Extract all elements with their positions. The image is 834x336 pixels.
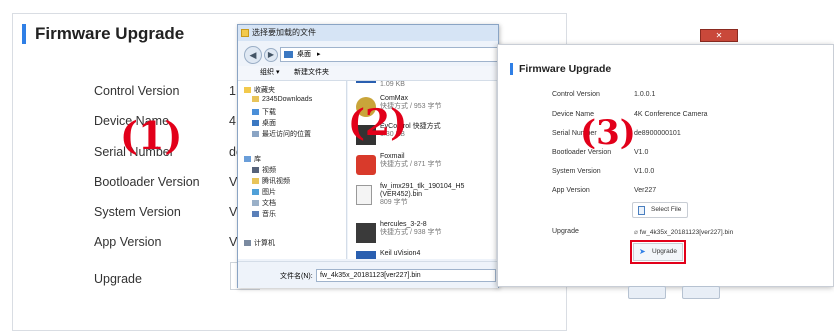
dialog-titlebar: 选择要加载的文件: [238, 25, 498, 41]
upgrade-label: Upgrade: [552, 228, 579, 235]
bin-file-icon: [356, 185, 372, 205]
sidebar-item-2345downloads[interactable]: 2345Downloads: [252, 96, 312, 103]
system-version-value: V1.0.0: [634, 168, 655, 175]
keil-icon: [356, 251, 376, 259]
folder-icon: [252, 96, 259, 103]
file-icon: [638, 206, 645, 215]
app-version-label: App Version: [94, 235, 162, 249]
shortcut-icon: [356, 81, 376, 83]
firmware-upgrade-dialog: Firmware Upgrade Control Version 1.0.0.1…: [497, 44, 834, 287]
picture-icon: [252, 189, 259, 196]
filename-input[interactable]: fw_4k35x_20181123[ver227].bin: [316, 269, 496, 282]
sidebar-item-tencent-video[interactable]: 腾讯视频: [252, 176, 290, 186]
selected-file-name: ⌀ fw_4k35x_20181123[ver227].bin: [634, 229, 734, 236]
page-title: Firmware Upgrade: [510, 63, 611, 75]
serial-number-value: de8900000101: [634, 130, 681, 137]
address-bar[interactable]: 桌面 ▸: [280, 47, 498, 62]
step-marker-2: (2): [348, 102, 408, 144]
system-version-label: System Version: [94, 205, 181, 219]
upgrade-label: Upgrade: [94, 272, 142, 286]
desktop-icon: [252, 120, 259, 127]
list-item[interactable]: fw_imx291_tlk_190104_H5(VER452).bin 809 字…: [356, 183, 496, 217]
step-marker-3: (3): [580, 113, 636, 153]
new-folder-button[interactable]: 新建文件夹: [294, 66, 329, 80]
list-item[interactable]: 1.09 KB: [356, 81, 496, 93]
star-icon: [244, 87, 251, 94]
filename-label: 文件名(N):: [280, 273, 313, 280]
sidebar-item-favorites[interactable]: 收藏夹: [244, 85, 275, 95]
upgrade-button[interactable]: ➤ Upgrade: [633, 243, 683, 261]
control-version-label: Control Version: [552, 91, 600, 98]
app-version-label: App Version: [552, 187, 590, 194]
sidebar-item-downloads[interactable]: 下载: [252, 107, 276, 117]
dialog-open-button[interactable]: [628, 286, 666, 299]
computer-icon: [244, 240, 251, 247]
send-icon: ➤: [639, 247, 646, 256]
address-chevron-icon: ▸: [316, 51, 321, 58]
sidebar-item-libraries[interactable]: 库: [244, 154, 261, 164]
document-icon: [252, 200, 259, 207]
folder-icon: [252, 178, 259, 185]
app-version-value: Ver227: [634, 187, 657, 194]
select-file-button[interactable]: Select File: [632, 202, 688, 218]
address-text: 桌面: [297, 51, 311, 58]
device-name-value: 4K Conference Camera: [634, 111, 708, 118]
organize-button[interactable]: 组织 ▾: [260, 66, 279, 80]
control-version-value: 1.0.0.1: [634, 91, 656, 98]
dialog-title: 选择要加载的文件: [252, 28, 316, 37]
sidebar-item-videos[interactable]: 视频: [252, 165, 276, 175]
bootloader-version-label: Bootloader Version: [94, 175, 200, 189]
sidebar-item-recent[interactable]: 最近访问的位置: [252, 129, 311, 139]
sidebar-item-computer[interactable]: 计算机: [244, 238, 275, 248]
dialog-footer: 文件名(N): fw_4k35x_20181123[ver227].bin: [238, 261, 498, 288]
bootloader-version-value: V1.0: [634, 149, 649, 156]
hercules-icon: [356, 223, 376, 243]
download-icon: [252, 109, 259, 116]
music-icon: [252, 211, 259, 218]
step-marker-1: (1): [120, 113, 183, 158]
list-item[interactable]: Keil uVision4: [356, 249, 496, 259]
forward-button[interactable]: ▶: [264, 48, 278, 62]
page-title: Firmware Upgrade: [22, 24, 184, 44]
control-version-label: Control Version: [94, 84, 180, 98]
back-button[interactable]: ◀: [244, 46, 262, 64]
dialog-close-button[interactable]: ✕: [700, 29, 738, 42]
dialog-toolbar: 组织 ▾ 新建文件夹: [238, 66, 498, 81]
navigation-pane: 收藏夹 2345Downloads 下载 桌面 最近访问的位置 库 视频 腾讯视…: [238, 81, 347, 259]
sidebar-item-music[interactable]: 音乐: [252, 209, 276, 219]
sidebar-item-desktop[interactable]: 桌面: [252, 118, 276, 128]
list-item[interactable]: hercules_3-2-8 快捷方式 / 938 字节: [356, 221, 496, 247]
sidebar-item-documents[interactable]: 文档: [252, 198, 276, 208]
folder-icon: [241, 29, 249, 37]
video-icon: [252, 167, 259, 174]
foxmail-icon: [356, 155, 376, 175]
sidebar-item-pictures[interactable]: 图片: [252, 187, 276, 197]
library-icon: [244, 156, 251, 163]
list-item[interactable]: Foxmail 快捷方式 / 871 字节: [356, 153, 496, 179]
system-version-label: System Version: [552, 168, 601, 175]
desktop-icon: [284, 51, 293, 58]
file-open-dialog: 选择要加载的文件 ◀ ▶ 桌面 ▸ 组织 ▾ 新建文件夹 收藏夹 2345Dow…: [237, 24, 499, 288]
recent-icon: [252, 131, 259, 138]
dialog-cancel-button[interactable]: [682, 286, 720, 299]
